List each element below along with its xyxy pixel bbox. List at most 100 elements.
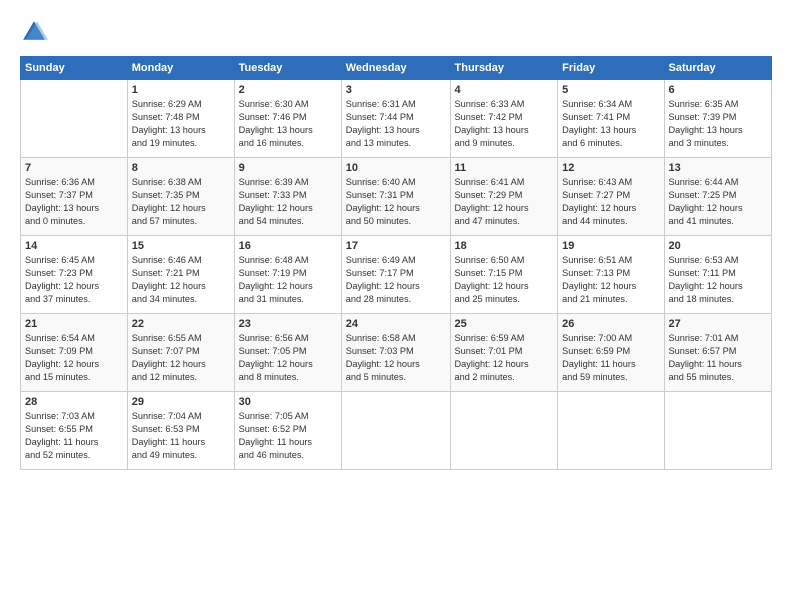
day-info: Sunrise: 6:56 AM Sunset: 7:05 PM Dayligh… — [239, 332, 337, 384]
calendar-cell: 29 Sunrise: 7:04 AM Sunset: 6:53 PM Dayli… — [127, 392, 234, 470]
day-info: Sunrise: 7:04 AM Sunset: 6:53 PM Dayligh… — [132, 410, 230, 462]
weekday-header: Saturday — [664, 57, 772, 80]
day-info: Sunrise: 6:53 AM Sunset: 7:11 PM Dayligh… — [669, 254, 768, 306]
day-info: Sunrise: 6:54 AM Sunset: 7:09 PM Dayligh… — [25, 332, 123, 384]
calendar-week-row: 14 Sunrise: 6:45 AM Sunset: 7:23 PM Dayli… — [21, 236, 772, 314]
day-number: 19 — [562, 240, 659, 252]
day-number: 1 — [132, 84, 230, 96]
calendar-cell: 6 Sunrise: 6:35 AM Sunset: 7:39 PM Daylig… — [664, 80, 772, 158]
logo-icon — [20, 18, 48, 46]
calendar-cell: 3 Sunrise: 6:31 AM Sunset: 7:44 PM Daylig… — [341, 80, 450, 158]
day-number: 15 — [132, 240, 230, 252]
day-number: 24 — [346, 318, 446, 330]
day-number: 10 — [346, 162, 446, 174]
day-info: Sunrise: 6:40 AM Sunset: 7:31 PM Dayligh… — [346, 176, 446, 228]
calendar-cell: 2Sunrise: 6:30 AM Sunset: 7:46 PM Daylig… — [234, 80, 341, 158]
day-number: 27 — [669, 318, 768, 330]
calendar-cell — [664, 392, 772, 470]
day-info: Sunrise: 6:34 AM Sunset: 7:41 PM Dayligh… — [562, 98, 659, 150]
calendar-cell — [558, 392, 664, 470]
calendar-cell: 25 Sunrise: 6:59 AM Sunset: 7:01 PM Dayli… — [450, 314, 558, 392]
calendar-cell: 20 Sunrise: 6:53 AM Sunset: 7:11 PM Dayli… — [664, 236, 772, 314]
calendar-cell: 26 Sunrise: 7:00 AM Sunset: 6:59 PM Dayli… — [558, 314, 664, 392]
day-info: Sunrise: 6:33 AM Sunset: 7:42 PM Dayligh… — [455, 98, 554, 150]
calendar-cell: 21 Sunrise: 6:54 AM Sunset: 7:09 PM Dayli… — [21, 314, 128, 392]
day-number: 12 — [562, 162, 659, 174]
day-info: Sunrise: 6:48 AM Sunset: 7:19 PM Dayligh… — [239, 254, 337, 306]
day-number: 17 — [346, 240, 446, 252]
calendar-cell: 23 Sunrise: 6:56 AM Sunset: 7:05 PM Dayli… — [234, 314, 341, 392]
day-number: 18 — [455, 240, 554, 252]
calendar-cell — [341, 392, 450, 470]
day-info: Sunrise: 6:31 AM Sunset: 7:44 PM Dayligh… — [346, 98, 446, 150]
calendar-week-row: 21 Sunrise: 6:54 AM Sunset: 7:09 PM Dayli… — [21, 314, 772, 392]
weekday-header: Thursday — [450, 57, 558, 80]
calendar-cell: 17 Sunrise: 6:49 AM Sunset: 7:17 PM Dayli… — [341, 236, 450, 314]
day-info: Sunrise: 6:29 AM Sunset: 7:48 PM Dayligh… — [132, 98, 230, 150]
calendar-cell: 19 Sunrise: 6:51 AM Sunset: 7:13 PM Dayli… — [558, 236, 664, 314]
day-info: Sunrise: 6:30 AM Sunset: 7:46 PM Dayligh… — [239, 98, 337, 150]
calendar-cell: 9 Sunrise: 6:39 AM Sunset: 7:33 PM Daylig… — [234, 158, 341, 236]
day-number: 8 — [132, 162, 230, 174]
calendar-cell — [21, 80, 128, 158]
day-info: Sunrise: 6:49 AM Sunset: 7:17 PM Dayligh… — [346, 254, 446, 306]
day-number: 3 — [346, 84, 446, 96]
day-info: Sunrise: 6:39 AM Sunset: 7:33 PM Dayligh… — [239, 176, 337, 228]
day-number: 21 — [25, 318, 123, 330]
day-info: Sunrise: 6:44 AM Sunset: 7:25 PM Dayligh… — [669, 176, 768, 228]
day-info: Sunrise: 7:03 AM Sunset: 6:55 PM Dayligh… — [25, 410, 123, 462]
day-number: 26 — [562, 318, 659, 330]
calendar-cell: 24 Sunrise: 6:58 AM Sunset: 7:03 PM Dayli… — [341, 314, 450, 392]
day-info: Sunrise: 6:50 AM Sunset: 7:15 PM Dayligh… — [455, 254, 554, 306]
day-number: 30 — [239, 396, 337, 408]
calendar-table: SundayMondayTuesdayWednesdayThursdayFrid… — [20, 56, 772, 470]
day-number: 11 — [455, 162, 554, 174]
day-info: Sunrise: 6:36 AM Sunset: 7:37 PM Dayligh… — [25, 176, 123, 228]
calendar-cell: 8 Sunrise: 6:38 AM Sunset: 7:35 PM Daylig… — [127, 158, 234, 236]
day-number: 14 — [25, 240, 123, 252]
calendar-week-row: 28Sunrise: 7:03 AM Sunset: 6:55 PM Dayli… — [21, 392, 772, 470]
day-info: Sunrise: 7:00 AM Sunset: 6:59 PM Dayligh… — [562, 332, 659, 384]
calendar-cell — [450, 392, 558, 470]
day-number: 22 — [132, 318, 230, 330]
day-number: 16 — [239, 240, 337, 252]
calendar-cell: 14 Sunrise: 6:45 AM Sunset: 7:23 PM Dayli… — [21, 236, 128, 314]
weekday-header: Sunday — [21, 57, 128, 80]
day-info: Sunrise: 6:45 AM Sunset: 7:23 PM Dayligh… — [25, 254, 123, 306]
day-number: 25 — [455, 318, 554, 330]
day-info: Sunrise: 6:38 AM Sunset: 7:35 PM Dayligh… — [132, 176, 230, 228]
calendar-cell: 22 Sunrise: 6:55 AM Sunset: 7:07 PM Dayli… — [127, 314, 234, 392]
weekday-header: Friday — [558, 57, 664, 80]
calendar-cell: 11 Sunrise: 6:41 AM Sunset: 7:29 PM Dayli… — [450, 158, 558, 236]
day-number: 29 — [132, 396, 230, 408]
day-info: Sunrise: 6:46 AM Sunset: 7:21 PM Dayligh… — [132, 254, 230, 306]
day-info: Sunrise: 6:51 AM Sunset: 7:13 PM Dayligh… — [562, 254, 659, 306]
day-info: Sunrise: 6:55 AM Sunset: 7:07 PM Dayligh… — [132, 332, 230, 384]
weekday-header: Tuesday — [234, 57, 341, 80]
header — [20, 18, 772, 46]
weekday-header: Wednesday — [341, 57, 450, 80]
day-info: Sunrise: 6:41 AM Sunset: 7:29 PM Dayligh… — [455, 176, 554, 228]
day-info: Sunrise: 6:58 AM Sunset: 7:03 PM Dayligh… — [346, 332, 446, 384]
calendar-cell: 16 Sunrise: 6:48 AM Sunset: 7:19 PM Dayli… — [234, 236, 341, 314]
day-info: Sunrise: 6:35 AM Sunset: 7:39 PM Dayligh… — [669, 98, 768, 150]
calendar-cell: 10 Sunrise: 6:40 AM Sunset: 7:31 PM Dayli… — [341, 158, 450, 236]
page: SundayMondayTuesdayWednesdayThursdayFrid… — [0, 0, 792, 612]
day-number: 6 — [669, 84, 768, 96]
calendar-cell: 13Sunrise: 6:44 AM Sunset: 7:25 PM Dayli… — [664, 158, 772, 236]
calendar-cell: 30Sunrise: 7:05 AM Sunset: 6:52 PM Dayli… — [234, 392, 341, 470]
day-number: 20 — [669, 240, 768, 252]
weekday-header: Monday — [127, 57, 234, 80]
day-info: Sunrise: 6:59 AM Sunset: 7:01 PM Dayligh… — [455, 332, 554, 384]
calendar-cell: 28Sunrise: 7:03 AM Sunset: 6:55 PM Dayli… — [21, 392, 128, 470]
calendar-cell: 27Sunrise: 7:01 AM Sunset: 6:57 PM Dayli… — [664, 314, 772, 392]
day-info: Sunrise: 6:43 AM Sunset: 7:27 PM Dayligh… — [562, 176, 659, 228]
calendar-week-row: 7Sunrise: 6:36 AM Sunset: 7:37 PM Daylig… — [21, 158, 772, 236]
calendar-cell: 7Sunrise: 6:36 AM Sunset: 7:37 PM Daylig… — [21, 158, 128, 236]
logo — [20, 18, 52, 46]
day-number: 9 — [239, 162, 337, 174]
day-number: 23 — [239, 318, 337, 330]
calendar-week-row: 1 Sunrise: 6:29 AM Sunset: 7:48 PM Daylig… — [21, 80, 772, 158]
day-number: 5 — [562, 84, 659, 96]
weekday-header-row: SundayMondayTuesdayWednesdayThursdayFrid… — [21, 57, 772, 80]
